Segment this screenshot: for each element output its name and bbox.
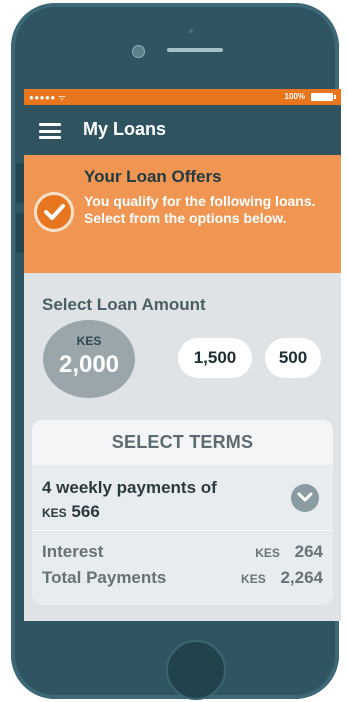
battery-percent: 100% (284, 92, 305, 101)
terms-card: SELECT TERMS 4 weekly payments of KES 56… (32, 420, 333, 605)
interest-label: Interest (42, 542, 104, 561)
interest-value: 264 (294, 542, 323, 561)
amount-label: Select Loan Amount (42, 295, 206, 314)
loan-amount-section: Select Loan Amount KES 2,000 1,500 500 (24, 273, 341, 421)
volume-down-button (16, 213, 24, 253)
amount-value: 2,000 (58, 351, 120, 378)
page-title: My Loans (83, 119, 167, 139)
total-label: Total Payments (42, 568, 167, 587)
offers-title: Your Loan Offers (84, 167, 222, 186)
signal-indicator: ●●●●● ᯤ (29, 93, 67, 102)
home-button[interactable] (166, 640, 226, 700)
front-camera-icon (132, 45, 145, 58)
plan-currency: KES (42, 506, 67, 520)
offers-message: You qualify for the following loans. Sel… (84, 193, 316, 226)
total-value: 2,264 (280, 568, 323, 587)
plan-amount: 566 (71, 502, 100, 521)
total-payments-row: Total Payments KES 2,264 (42, 568, 323, 588)
status-bar: ●●●●● ᯤ 100% (24, 89, 341, 105)
amount-option-500[interactable]: 500 (265, 338, 321, 378)
menu-icon[interactable] (39, 123, 61, 139)
loan-offers-banner: Your Loan Offers You qualify for the fol… (24, 155, 341, 273)
earpiece-speaker (167, 48, 223, 52)
total-currency: KES (241, 572, 266, 586)
amount-option-1500[interactable]: 1,500 (178, 338, 252, 378)
volume-up-button (16, 163, 24, 203)
interest-row: Interest KES 264 (42, 542, 323, 562)
payment-plan-select[interactable]: 4 weekly payments of KES 566 (42, 476, 217, 525)
chevron-down-icon[interactable] (291, 484, 319, 512)
divider (32, 530, 333, 531)
interest-currency: KES (255, 546, 280, 560)
nav-bar: My Loans (24, 105, 341, 155)
proximity-sensor (189, 29, 193, 33)
checkmark-icon (34, 192, 74, 232)
plan-text: 4 weekly payments of (42, 478, 217, 497)
amount-option-selected[interactable]: KES 2,000 (43, 320, 135, 398)
terms-header: SELECT TERMS (32, 420, 333, 465)
amount-currency: KES (76, 334, 102, 348)
battery-icon (311, 93, 336, 101)
